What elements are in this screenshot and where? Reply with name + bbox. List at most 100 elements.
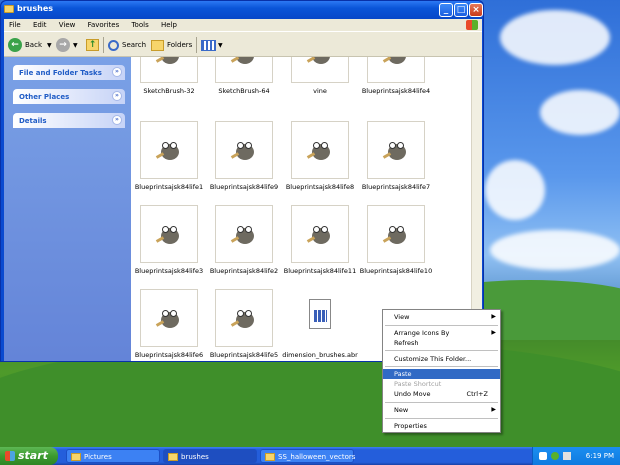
panel-label: File and Folder Tasks	[19, 69, 102, 77]
menu-view[interactable]: View	[54, 19, 81, 31]
file-name: vine	[313, 87, 327, 95]
help-icon[interactable]	[539, 452, 547, 460]
taskbar-item-label: SS_halloween_vectors	[278, 453, 356, 461]
menu-edit[interactable]: Edit	[28, 19, 52, 31]
file-thumbnail	[215, 121, 273, 179]
gimp-brush-icon	[306, 140, 333, 162]
menu-item-refresh[interactable]: Refresh	[383, 338, 500, 348]
file-thumbnail	[215, 289, 273, 347]
file-name: SketchBrush-32	[143, 87, 195, 95]
context-menu: View ▶ Arrange Icons By ▶ Refresh Custom…	[382, 309, 501, 433]
menu-separator	[385, 325, 498, 326]
file-thumbnail	[367, 121, 425, 179]
taskbar-item-pictures[interactable]: Pictures	[66, 449, 160, 463]
menu-file[interactable]: File	[4, 19, 26, 31]
file-name: dimension_brushes.abr	[282, 351, 358, 359]
file-name: Blueprintsajsk84life1	[134, 183, 204, 191]
toolbar-separator	[196, 37, 197, 53]
folders-button[interactable]: Folders	[151, 37, 192, 53]
panel-label: Other Places	[19, 93, 70, 101]
file-item[interactable]: vine	[282, 57, 358, 95]
chevron-down-icon[interactable]: »	[112, 67, 122, 77]
menu-item-label: Arrange Icons By	[394, 329, 450, 337]
menu-item-new[interactable]: New ▶	[383, 405, 500, 415]
file-thumbnail	[215, 57, 273, 83]
file-thumbnail	[140, 121, 198, 179]
menu-item-label: Properties	[394, 422, 427, 430]
close-button[interactable]: ×	[469, 3, 483, 17]
minimize-button[interactable]: _	[439, 3, 453, 17]
chevron-down-icon[interactable]: »	[112, 91, 122, 101]
file-name: Blueprintsajsk84life8	[285, 183, 355, 191]
title-bar[interactable]: brushes _ □ ×	[1, 1, 483, 19]
windows-flag-icon	[5, 451, 15, 461]
up-folder-button[interactable]: ↑	[86, 37, 99, 53]
clock: 6:19 PM	[585, 452, 614, 460]
file-thumbnail	[291, 121, 349, 179]
file-name: Blueprintsajsk84life10	[359, 267, 433, 275]
file-name: Blueprintsajsk84life6	[134, 351, 204, 359]
menu-item-undo-move[interactable]: Undo Move Ctrl+Z	[383, 389, 500, 399]
back-dropdown-icon[interactable]: ▼	[47, 42, 52, 49]
menu-item-label: Undo Move	[394, 390, 431, 398]
file-item[interactable]: Blueprintsajsk84life10	[358, 205, 434, 275]
views-dropdown-icon[interactable]: ▼	[218, 42, 223, 49]
file-name: Blueprintsajsk84life9	[209, 183, 279, 191]
menu-separator	[385, 350, 498, 351]
file-item[interactable]: SketchBrush-32	[131, 57, 207, 95]
menu-item-paste[interactable]: Paste	[383, 369, 500, 379]
menu-item-customize[interactable]: Customize This Folder...	[383, 354, 500, 364]
file-item[interactable]: Blueprintsajsk84life5	[206, 289, 282, 359]
file-item[interactable]: Blueprintsajsk84life2	[206, 205, 282, 275]
file-item[interactable]: SketchBrush-64	[206, 57, 282, 95]
taskbar-item-label: brushes	[181, 453, 209, 461]
folder-icon	[265, 453, 275, 461]
menu-item-properties[interactable]: Properties	[383, 421, 500, 431]
views-icon	[201, 39, 216, 51]
menu-favorites[interactable]: Favorites	[83, 19, 125, 31]
file-thumbnail	[291, 289, 349, 347]
views-button[interactable]: ▼	[201, 37, 223, 53]
file-thumbnail	[291, 205, 349, 263]
file-item[interactable]: Blueprintsajsk84life6	[131, 289, 207, 359]
panel-details[interactable]: Details »	[13, 113, 125, 128]
file-item[interactable]: Blueprintsajsk84life11	[282, 205, 358, 275]
file-item[interactable]: Blueprintsajsk84life3	[131, 205, 207, 275]
maximize-button[interactable]: □	[454, 3, 468, 17]
network-icon[interactable]	[551, 452, 559, 460]
search-icon	[108, 39, 119, 51]
file-item[interactable]: Blueprintsajsk84life1	[131, 121, 207, 191]
start-button[interactable]: start	[0, 447, 58, 465]
file-item[interactable]: Blueprintsajsk84life9	[206, 121, 282, 191]
gimp-brush-icon	[155, 224, 182, 246]
explorer-window[interactable]: brushes _ □ × File Edit View Favorites T…	[0, 0, 484, 362]
file-thumbnail	[367, 205, 425, 263]
file-item[interactable]: Blueprintsajsk84life8	[282, 121, 358, 191]
taskbar-item-ss-halloween-vectors[interactable]: SS_halloween_vectors	[260, 449, 356, 463]
chevron-down-icon[interactable]: »	[112, 115, 122, 125]
file-item[interactable]: Blueprintsajsk84life7	[358, 121, 434, 191]
forward-arrow-icon: →	[56, 38, 70, 52]
folders-label: Folders	[167, 41, 193, 49]
menu-separator	[385, 366, 498, 367]
menu-help[interactable]: Help	[156, 19, 182, 31]
search-button[interactable]: Search	[108, 37, 146, 53]
forward-dropdown-icon[interactable]: ▼	[73, 42, 78, 49]
file-item[interactable]: Blueprintsajsk84life4	[358, 57, 434, 95]
panel-other-places[interactable]: Other Places »	[13, 89, 125, 104]
menu-tools[interactable]: Tools	[126, 19, 153, 31]
panel-file-folder-tasks[interactable]: File and Folder Tasks »	[13, 65, 125, 80]
search-label: Search	[122, 41, 147, 49]
forward-button[interactable]: → ▼	[56, 37, 78, 53]
taskbar-item-brushes[interactable]: brushes	[163, 449, 257, 463]
back-arrow-icon: ←	[8, 38, 22, 52]
toolbar-separator	[103, 37, 104, 53]
menu-item-view[interactable]: View ▶	[383, 312, 500, 322]
menu-item-arrange-icons[interactable]: Arrange Icons By ▶	[383, 328, 500, 338]
file-item[interactable]: dimension_brushes.abr	[282, 289, 358, 359]
menu-item-label: View	[394, 313, 410, 321]
volume-icon[interactable]	[563, 452, 571, 460]
menu-item-label: Customize This Folder...	[394, 355, 472, 363]
back-button[interactable]: ← Back ▼	[8, 37, 52, 53]
gimp-brush-icon	[306, 57, 333, 66]
